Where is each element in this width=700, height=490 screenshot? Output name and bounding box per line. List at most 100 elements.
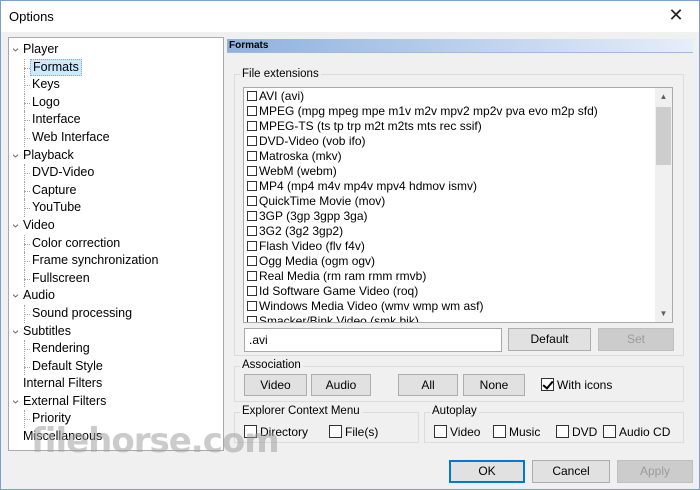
list-item-label: AVI (avi) <box>259 89 305 103</box>
settings-tree[interactable]: › Player Formats Keys Logo Interface Web Inter… <box>8 37 224 451</box>
list-item[interactable]: AVI (avi) <box>247 89 304 104</box>
file-extensions-list[interactable]: AVI (avi) MPEG (mpg mpeg mpe m1v m2v mpv2… <box>243 87 673 323</box>
scroll-down-icon[interactable]: ▼ <box>655 305 672 322</box>
list-item-label: Ogg Media (ogm ogv) <box>259 254 376 268</box>
list-item-label: 3G2 (3g2 3gp2) <box>259 224 344 238</box>
tree-item[interactable]: Internal Filters <box>9 375 223 393</box>
tree-item-label: Default Style <box>32 358 103 373</box>
checkbox-icon[interactable] <box>247 91 257 101</box>
list-scrollbar[interactable]: ▲ ▼ <box>655 88 672 322</box>
list-item[interactable]: Flash Video (flv f4v) <box>247 239 365 254</box>
list-item[interactable]: Smacker/Bink Video (smk bik) <box>247 314 419 322</box>
checkbox-icon[interactable] <box>247 316 257 322</box>
scroll-thumb[interactable] <box>656 107 671 165</box>
tree-item[interactable]: Formats <box>9 58 223 77</box>
tree-item[interactable]: › Audio <box>9 287 223 305</box>
tree-item-label: Subtitles <box>23 323 71 338</box>
cancel-button[interactable]: Cancel <box>532 460 610 483</box>
checkbox-icon[interactable] <box>247 166 257 176</box>
list-item[interactable]: MPEG (mpg mpeg mpe m1v m2v mpv2 mp2v pva… <box>247 104 598 119</box>
checkbox-icon[interactable] <box>247 136 257 146</box>
tree-item[interactable]: Frame synchronization <box>9 252 223 270</box>
tree-item-label: YouTube <box>32 200 82 215</box>
tree-item[interactable]: Interface <box>9 111 223 129</box>
tree-item[interactable]: Web Interface <box>9 128 223 147</box>
audio-button[interactable]: Audio <box>311 374 371 396</box>
tree-item[interactable]: Sound processing <box>9 304 223 323</box>
checkbox-icon[interactable] <box>247 121 257 131</box>
tree-item-label: Video <box>23 217 55 232</box>
files-checkbox[interactable]: File(s) <box>329 425 378 439</box>
tree-item-label: External Filters <box>23 393 107 408</box>
list-item[interactable]: MP4 (mp4 m4v mp4v mpv4 hdmov ismv) <box>247 179 477 194</box>
tree-item[interactable]: YouTube <box>9 199 223 217</box>
tree-item-label: Rendering <box>32 341 90 356</box>
tree-item[interactable]: › Video <box>9 217 223 235</box>
list-item-label: WebM (webm) <box>259 164 337 178</box>
autoplay-dvd-checkbox[interactable]: DVD <box>556 425 597 439</box>
default-button[interactable]: Default <box>508 328 591 351</box>
tree-item-label: Web Interface <box>32 129 110 144</box>
list-item[interactable]: MPEG-TS (ts tp trp m2t m2ts mts rec ssif… <box>247 119 482 134</box>
tree-item[interactable]: Logo <box>9 93 223 112</box>
tree-item-label: Keys <box>32 77 60 92</box>
list-item[interactable]: Windows Media Video (wmv wmp wm asf) <box>247 299 484 314</box>
autoplay-music-checkbox[interactable]: Music <box>493 425 540 439</box>
checkbox-icon[interactable] <box>247 271 257 281</box>
list-item[interactable]: QuickTime Movie (mov) <box>247 194 385 209</box>
tree-item[interactable]: › Player <box>9 41 223 59</box>
tree-item[interactable]: Capture <box>9 181 223 200</box>
tree-item[interactable]: › Playback <box>9 147 223 165</box>
tree-item[interactable]: Default Style <box>9 357 223 376</box>
tree-item[interactable]: › External Filters <box>9 393 223 411</box>
list-item[interactable]: Id Software Game Video (roq) <box>247 284 418 299</box>
panel-title: Formats <box>229 40 269 51</box>
autoplay-video-checkbox[interactable]: Video <box>434 425 480 439</box>
list-item[interactable]: Real Media (rm ram rmm rmvb) <box>247 269 426 284</box>
with-icons-checkbox[interactable]: With icons <box>541 378 612 392</box>
tree-item[interactable]: Fullscreen <box>9 269 223 288</box>
checkbox-icon[interactable] <box>247 196 257 206</box>
list-item-label: Flash Video (flv f4v) <box>259 239 365 253</box>
list-item[interactable]: Ogg Media (ogm ogv) <box>247 254 375 269</box>
checkbox-icon[interactable] <box>247 301 257 311</box>
list-item[interactable]: 3GP (3gp 3gpp 3ga) <box>247 209 368 224</box>
checkbox-icon[interactable] <box>247 211 257 221</box>
apply-button[interactable]: Apply <box>617 460 693 483</box>
tree-item-label: Fullscreen <box>32 270 90 285</box>
tree-item-label: Capture <box>32 182 77 197</box>
checkbox-icon[interactable] <box>247 256 257 266</box>
tree-item-label: Playback <box>23 147 74 162</box>
tree-item[interactable]: DVD-Video <box>9 164 223 182</box>
explorer-menu-label: Explorer Context Menu <box>240 405 362 417</box>
tree-item[interactable]: › Subtitles <box>9 323 223 341</box>
checkbox-icon[interactable] <box>247 106 257 116</box>
video-button[interactable]: Video <box>244 374 307 396</box>
title-bar: Options ✕ <box>1 1 699 32</box>
list-item[interactable]: DVD-Video (vob ifo) <box>247 134 366 149</box>
none-button[interactable]: None <box>463 374 525 396</box>
set-button[interactable]: Set <box>598 328 674 351</box>
list-item-label: Windows Media Video (wmv wmp wm asf) <box>259 299 484 313</box>
tree-item[interactable]: Keys <box>9 76 223 94</box>
options-dialog: Options ✕ › Player Formats Keys Logo Interfac… <box>0 0 700 490</box>
checkbox-icon[interactable] <box>247 181 257 191</box>
close-icon[interactable]: ✕ <box>653 1 699 32</box>
ok-button[interactable]: OK <box>449 460 525 483</box>
checkbox-icon[interactable] <box>247 286 257 296</box>
all-button[interactable]: All <box>398 374 458 396</box>
list-item[interactable]: WebM (webm) <box>247 164 337 179</box>
tree-item[interactable]: Color correction <box>9 234 223 253</box>
list-item[interactable]: 3G2 (3g2 3gp2) <box>247 224 343 239</box>
extension-edit-field[interactable]: .avi <box>244 328 502 352</box>
list-item[interactable]: Matroska (mkv) <box>247 149 342 164</box>
tree-item[interactable]: Rendering <box>9 340 223 358</box>
tree-item-label: Frame synchronization <box>32 253 159 268</box>
tree-item-label: Internal Filters <box>23 376 103 391</box>
tree-item-label: Audio <box>23 288 55 303</box>
scroll-up-icon[interactable]: ▲ <box>655 88 672 105</box>
checkbox-icon[interactable] <box>247 241 257 251</box>
autoplay-audio-cd-checkbox[interactable]: Audio CD <box>603 425 670 439</box>
checkbox-icon[interactable] <box>247 226 257 236</box>
checkbox-icon[interactable] <box>247 151 257 161</box>
